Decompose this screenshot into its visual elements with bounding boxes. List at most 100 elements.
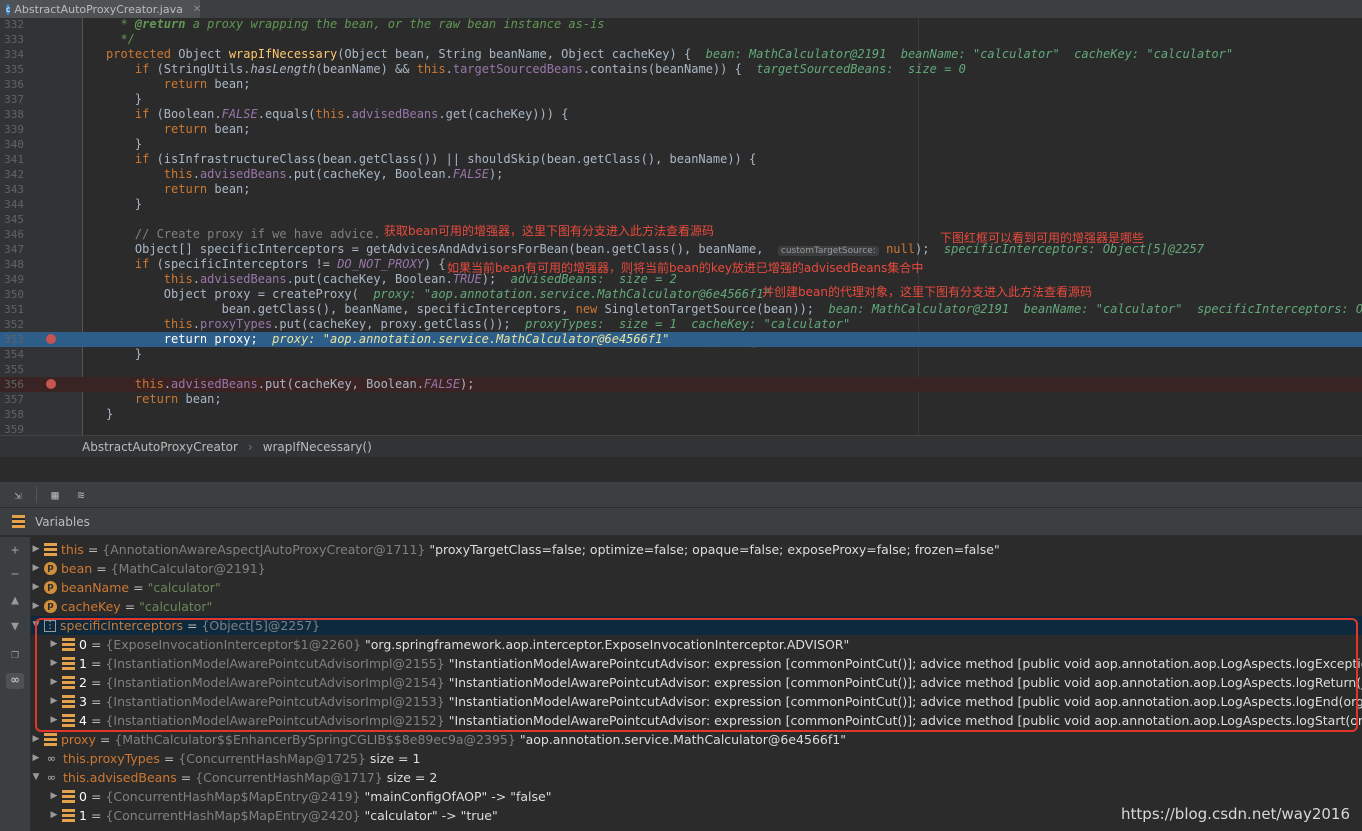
editor-tab-bar: c AbstractAutoProxyCreator.java ✕: [0, 0, 1362, 19]
code-line[interactable]: 345: [0, 212, 1362, 227]
variable-name: this.proxyTypes: [63, 751, 160, 766]
code-line[interactable]: 337 }: [0, 92, 1362, 107]
variable-equals: =: [90, 808, 102, 823]
variable-type: {ConcurrentHashMap$MapEntry@2419}: [105, 789, 361, 804]
variable-equals: =: [90, 656, 102, 671]
expand-arrow-icon[interactable]: ▶: [48, 692, 60, 711]
variable-row[interactable]: ▼ ⋮ specificInterceptors = {Object[5]@2257}: [30, 616, 1362, 635]
expand-arrow-icon[interactable]: ▶: [48, 711, 60, 730]
close-icon[interactable]: ✕: [193, 4, 201, 15]
variable-equals: =: [96, 561, 107, 576]
variable-name: this: [61, 542, 84, 557]
trace-icon[interactable]: ≋: [73, 487, 89, 503]
variables-side-toolbar: + − ▲ ▼ ❐ ∞: [0, 537, 31, 831]
code-line[interactable]: 344 }: [0, 197, 1362, 212]
move-up-icon[interactable]: ▲: [6, 593, 24, 609]
code-line[interactable]: 358}: [0, 407, 1362, 422]
variable-row[interactable]: ▶ 1 = {InstantiationModelAwarePointcutAdvis…: [30, 654, 1362, 673]
evaluate-table-icon[interactable]: ▦: [47, 487, 63, 503]
expand-arrow-icon[interactable]: ▶: [30, 540, 42, 559]
variable-name: 4: [79, 713, 87, 728]
code-line[interactable]: 336 return bean;: [0, 77, 1362, 92]
line-number: 348: [4, 258, 24, 271]
code-line[interactable]: 349 this.advisedBeans.put(cacheKey, Bool…: [0, 272, 1362, 287]
watermark: https://blog.csdn.net/way2016: [1121, 805, 1350, 823]
move-down-icon[interactable]: ▼: [6, 619, 24, 635]
variable-row[interactable]: ▶ 3 = {InstantiationModelAwarePointcutAdvis…: [30, 692, 1362, 711]
code-line[interactable]: 343 return bean;: [0, 182, 1362, 197]
breadcrumb-class[interactable]: AbstractAutoProxyCreator: [82, 440, 238, 454]
code-line[interactable]: 348 if (specificInterceptors != DO_NOT_P…: [0, 257, 1362, 272]
expand-arrow-icon[interactable]: ▶: [48, 787, 60, 806]
code-line[interactable]: 333 */: [0, 32, 1362, 47]
code-text: this.advisedBeans.put(cacheKey, Boolean.…: [134, 377, 475, 391]
expand-arrow-icon[interactable]: ▶: [48, 806, 60, 825]
code-line[interactable]: 357 return bean;: [0, 392, 1362, 407]
variable-row[interactable]: ▶ p beanName = "calculator": [30, 578, 1362, 597]
code-line[interactable]: 335 if (StringUtils.hasLength(beanName) …: [0, 62, 1362, 77]
expand-arrow-icon[interactable]: ▶: [30, 578, 42, 597]
code-line[interactable]: 355: [0, 362, 1362, 377]
field-icon: [62, 676, 75, 689]
code-text: this.advisedBeans.put(cacheKey, Boolean.…: [163, 272, 677, 286]
code-line[interactable]: 350 Object proxy = createProxy( proxy: "…: [0, 287, 1362, 302]
watch-icon: ∞: [46, 771, 57, 784]
variable-row[interactable]: ▶ 0 = {ExposeInvocationInterceptor$1@2260} "…: [30, 635, 1362, 654]
code-line[interactable]: 353 return proxy; proxy: "aop.annotation…: [0, 332, 1362, 347]
code-line[interactable]: 359: [0, 422, 1362, 435]
variable-equals: =: [187, 618, 198, 633]
line-number: 345: [4, 213, 24, 226]
field-icon: [62, 790, 75, 803]
copy-icon[interactable]: ❐: [6, 647, 24, 663]
code-line[interactable]: 341 if (isInfrastructureClass(bean.getCl…: [0, 152, 1362, 167]
breakpoint-icon[interactable]: [46, 334, 56, 344]
variable-row[interactable]: ▶ proxy = {MathCalculator$$EnhancerBySpring…: [30, 730, 1362, 749]
variable-type: {AnnotationAwareAspectJAutoProxyCreator@…: [102, 542, 426, 557]
variable-value: "mainConfigOfAOP" -> "false": [364, 789, 552, 804]
remove-watch-icon[interactable]: −: [6, 567, 24, 583]
show-watches-icon[interactable]: ∞: [6, 673, 24, 689]
variable-row[interactable]: ▶ p cacheKey = "calculator": [30, 597, 1362, 616]
expand-arrow-icon[interactable]: ▶: [48, 673, 60, 692]
code-line[interactable]: 339 return bean;: [0, 122, 1362, 137]
code-editor[interactable]: 获取bean可用的增强器，这里下图有分支进入此方法查看源码 下图红框可以看到可用…: [0, 18, 1362, 435]
collapse-arrow-icon[interactable]: ▼: [30, 768, 42, 787]
code-text: return bean;: [163, 77, 251, 91]
code-line[interactable]: 338 if (Boolean.FALSE.equals(this.advise…: [0, 107, 1362, 122]
add-watch-icon[interactable]: +: [6, 543, 24, 559]
variable-row[interactable]: ▶ p bean = {MathCalculator@2191}: [30, 559, 1362, 578]
code-line[interactable]: 334 protected Object wrapIfNecessary(Obje…: [0, 47, 1362, 62]
tab-abstract-auto-proxy-creator[interactable]: c AbstractAutoProxyCreator.java ✕: [0, 0, 201, 18]
expand-arrow-icon[interactable]: ▶: [30, 749, 42, 768]
code-text: }: [106, 197, 143, 211]
variables-tree[interactable]: ▶ this = {AnnotationAwareAspectJAutoProxyCr…: [0, 537, 1362, 831]
code-line[interactable]: 342 this.advisedBeans.put(cacheKey, Bool…: [0, 167, 1362, 182]
step-cursor-icon[interactable]: ⇲: [10, 487, 26, 503]
variable-row[interactable]: ▶ this = {AnnotationAwareAspectJAutoProxyCr…: [30, 540, 1362, 559]
variable-row[interactable]: ▶ 2 = {InstantiationModelAwarePointcutAdvis…: [30, 673, 1362, 692]
collapse-arrow-icon[interactable]: ▼: [30, 616, 42, 635]
code-line[interactable]: 354 }: [0, 347, 1362, 362]
breadcrumb-method[interactable]: wrapIfNecessary(): [263, 440, 372, 454]
expand-arrow-icon[interactable]: ▶: [48, 654, 60, 673]
expand-arrow-icon[interactable]: ▶: [30, 597, 42, 616]
expand-arrow-icon[interactable]: ▶: [30, 559, 42, 578]
variable-row[interactable]: ▼ ∞ this.advisedBeans = {ConcurrentHashMap@1…: [30, 768, 1362, 787]
code-line[interactable]: 347 Object[] specificInterceptors = getA…: [0, 242, 1362, 257]
expand-arrow-icon[interactable]: ▶: [30, 730, 42, 749]
code-text: }: [106, 92, 143, 106]
code-line[interactable]: 351 bean.getClass(), beanName, specificI…: [0, 302, 1362, 317]
code-line[interactable]: 352 this.proxyTypes.put(cacheKey, proxy.…: [0, 317, 1362, 332]
code-line[interactable]: 340 }: [0, 137, 1362, 152]
code-line[interactable]: 332 * @return a proxy wrapping the bean,…: [0, 18, 1362, 32]
variable-name: this.advisedBeans: [63, 770, 177, 785]
code-line[interactable]: 346 // Create proxy if we have advice.: [0, 227, 1362, 242]
variable-row[interactable]: ▶ 4 = {InstantiationModelAwarePointcutAdvis…: [30, 711, 1362, 730]
tab-label: AbstractAutoProxyCreator.java: [14, 2, 183, 16]
breakpoint-icon[interactable]: [46, 379, 56, 389]
variable-type: {InstantiationModelAwarePointcutAdvisorI…: [105, 656, 445, 671]
expand-arrow-icon[interactable]: ▶: [48, 635, 60, 654]
variable-row[interactable]: ▶ 0 = {ConcurrentHashMap$MapEntry@2419} "mai…: [30, 787, 1362, 806]
variable-row[interactable]: ▶ ∞ this.proxyTypes = {ConcurrentHashMap@172…: [30, 749, 1362, 768]
code-line[interactable]: 356 this.advisedBeans.put(cacheKey, Bool…: [0, 377, 1362, 392]
